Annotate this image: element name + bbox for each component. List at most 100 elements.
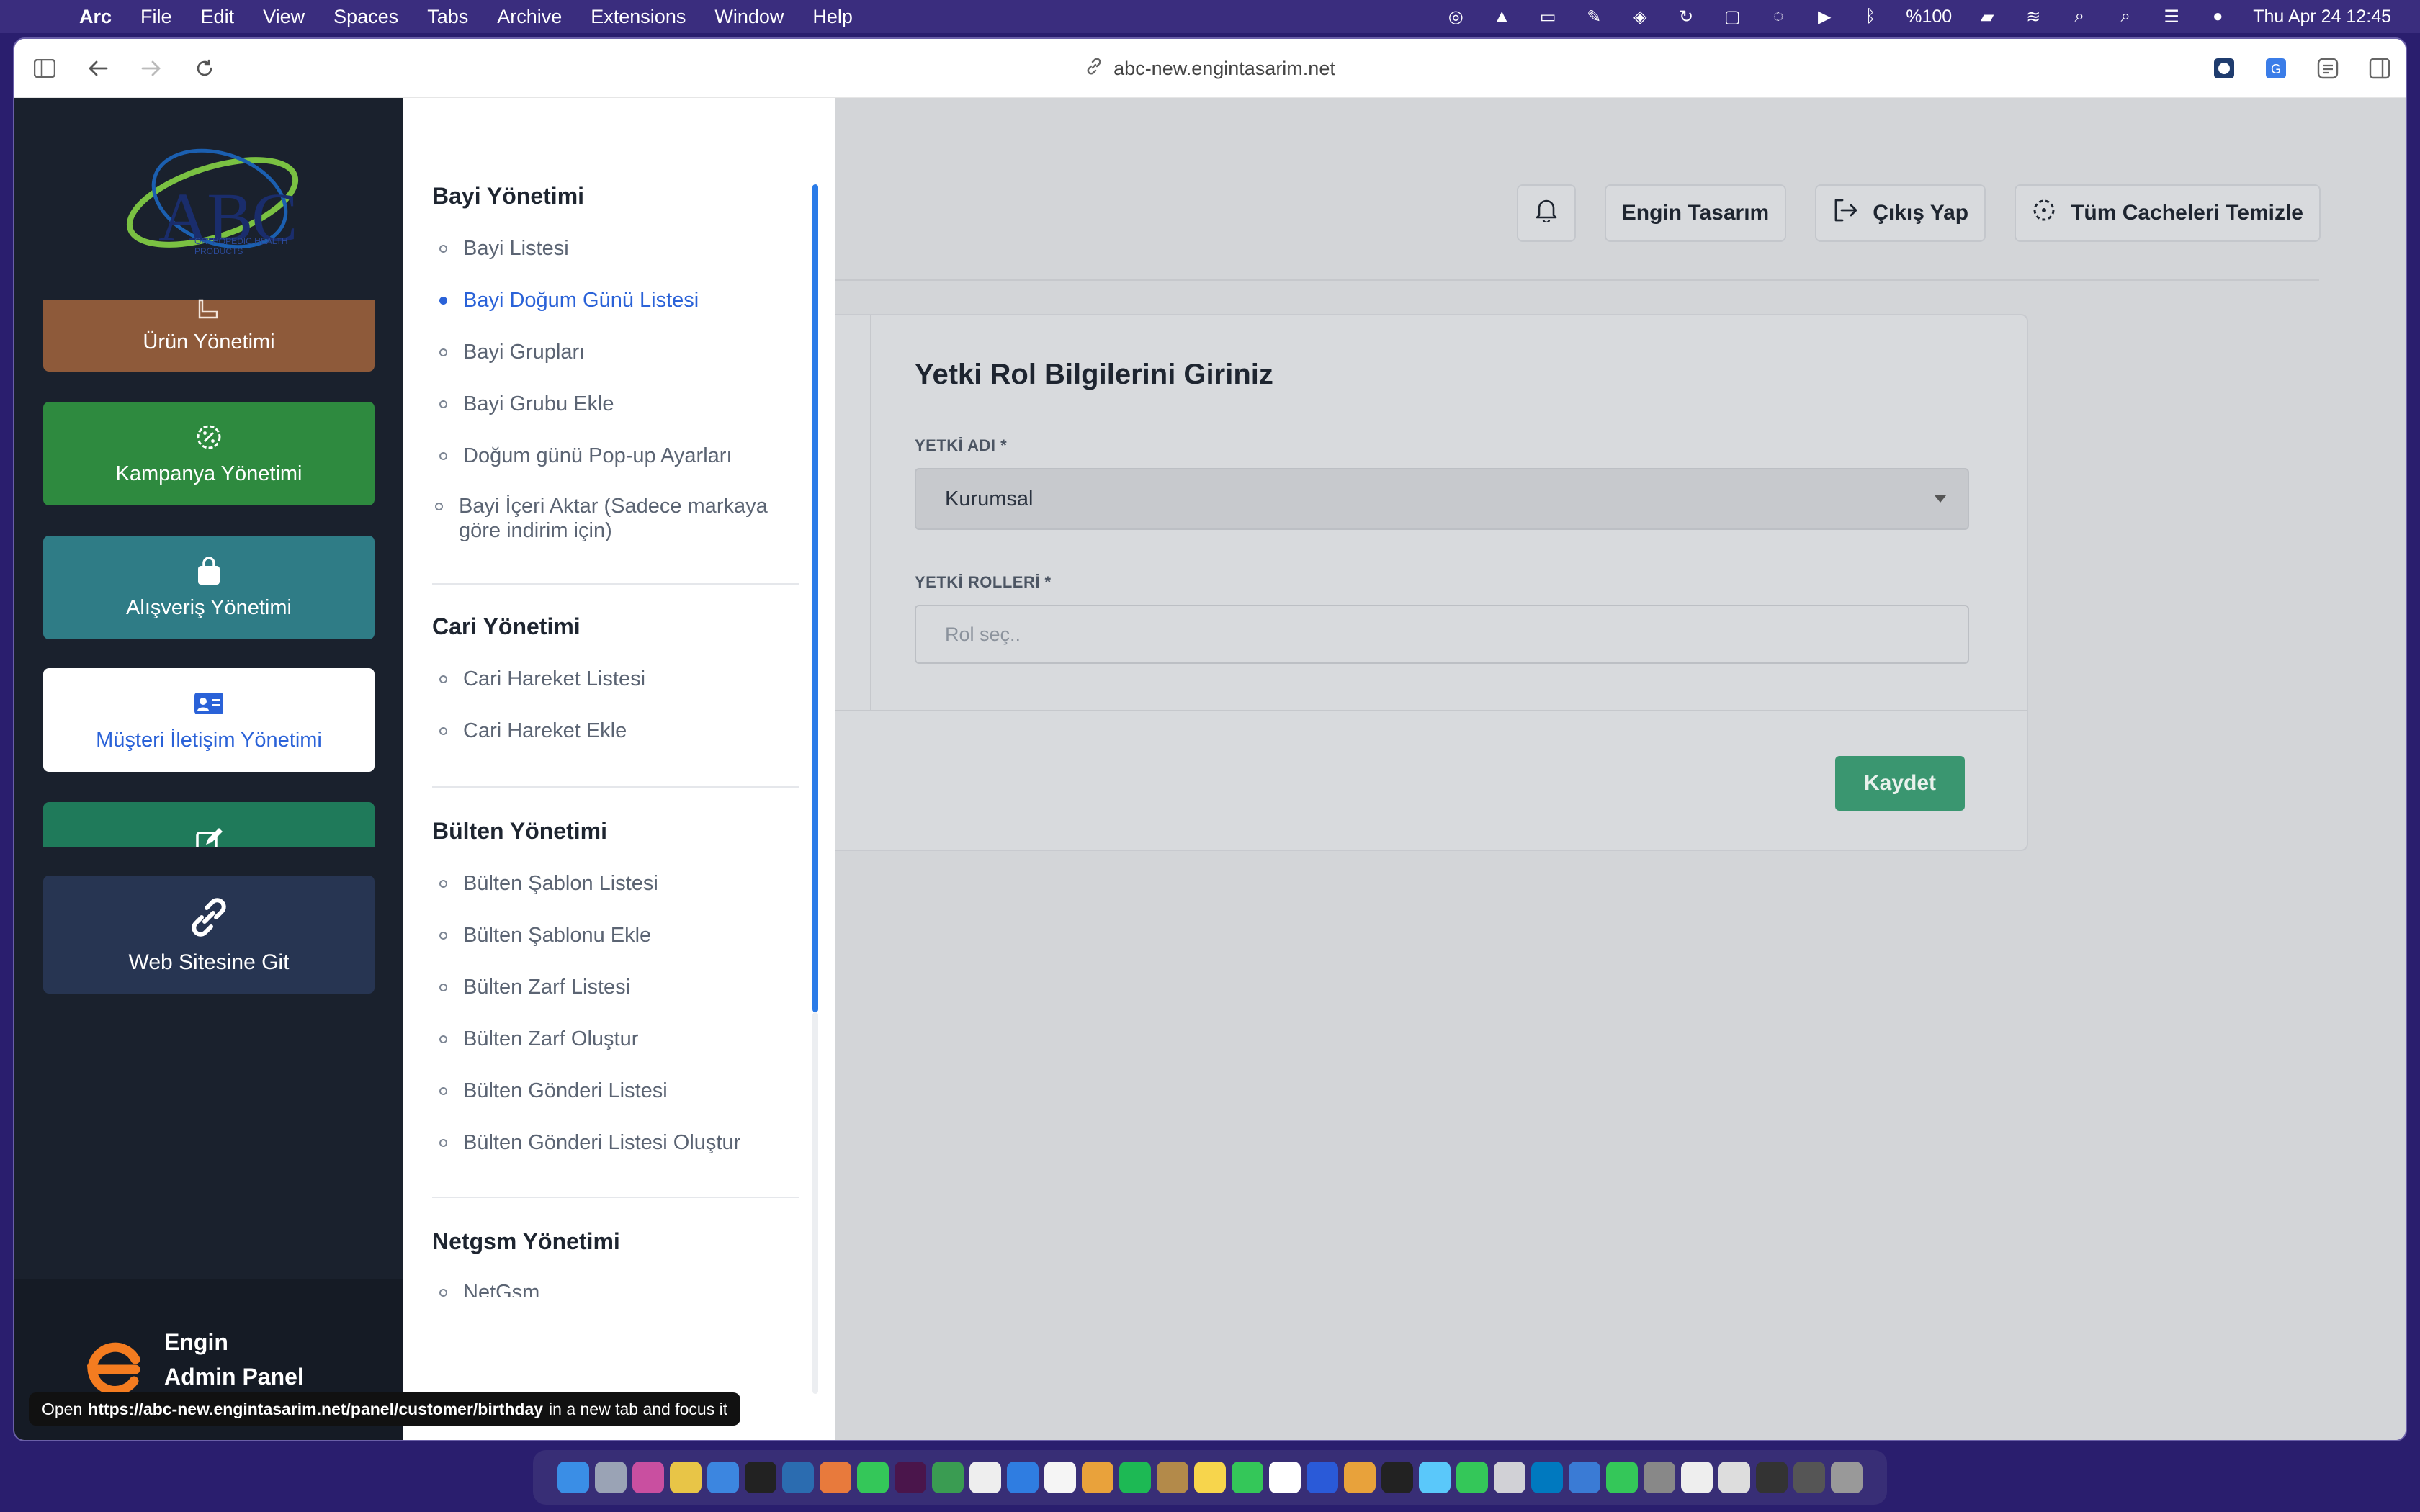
bluetooth-icon[interactable]: ᛒ (1860, 6, 1881, 27)
app-dock-icon[interactable] (1494, 1462, 1525, 1493)
submenu-item-dealer-birthday-list[interactable]: Bayi Doğum Günü Listesi (439, 288, 799, 312)
preview-dock-icon[interactable] (1681, 1462, 1713, 1493)
submenu-scrollbar-track[interactable] (812, 1012, 818, 1394)
menu-app-name[interactable]: Arc (79, 6, 112, 28)
menubar-clock[interactable]: Thu Apr 24 12:45 (2253, 6, 2391, 27)
roles-multiselect-input[interactable]: Rol seç.. (915, 605, 1969, 664)
sidebar-item-campaign-management[interactable]: Kampanya Yönetimi (43, 402, 375, 505)
whatsapp-dock-icon[interactable] (857, 1462, 889, 1493)
trello-dock-icon[interactable] (1531, 1462, 1563, 1493)
app-dock-icon[interactable] (782, 1462, 814, 1493)
extension-icon[interactable] (2208, 53, 2240, 84)
maps-dock-icon[interactable] (1007, 1462, 1039, 1493)
menu-view[interactable]: View (263, 6, 305, 28)
system-settings-dock-icon[interactable] (1644, 1462, 1675, 1493)
app-dock-icon[interactable] (1381, 1462, 1413, 1493)
app-dock-icon[interactable] (1793, 1462, 1825, 1493)
sidebar-item-customer-contact-management[interactable]: Müşteri İletişim Yönetimi (43, 668, 375, 772)
display-status-icon[interactable]: ▭ (1537, 6, 1559, 27)
visit-website-button[interactable]: Web Sitesine Git (43, 876, 375, 994)
timemachine-status-icon[interactable]: ↻ (1675, 6, 1697, 27)
dia-dock-icon[interactable] (1307, 1462, 1338, 1493)
menu-archive[interactable]: Archive (497, 6, 562, 28)
clear-cache-button[interactable]: Tüm Cacheleri Temizle (2015, 184, 2321, 242)
submenu-item-add-dealer-group[interactable]: Bayi Grubu Ekle (439, 392, 799, 416)
notifications-button[interactable] (1516, 184, 1576, 242)
stickies-dock-icon[interactable] (1194, 1462, 1226, 1493)
sidebar-item-content-management[interactable] (43, 802, 375, 847)
app-dock-icon[interactable] (1456, 1462, 1488, 1493)
battery-icon[interactable]: ▰ (1976, 6, 1998, 27)
submenu-item-birthday-popup-settings[interactable]: Doğum günü Pop-up Ayarları (439, 444, 799, 468)
menu-window[interactable]: Window (714, 6, 784, 28)
submenu-scrollbar-thumb[interactable] (812, 184, 818, 1012)
sublime-dock-icon[interactable] (1344, 1462, 1376, 1493)
spotify-dock-icon[interactable] (1119, 1462, 1151, 1493)
reload-icon[interactable] (189, 53, 220, 84)
menu-file[interactable]: File (140, 6, 172, 28)
app-dock-icon[interactable] (1756, 1462, 1788, 1493)
siri-icon[interactable]: ● (2207, 6, 2228, 27)
menu-spaces[interactable]: Spaces (333, 6, 398, 28)
layers-status-icon[interactable]: ◈ (1629, 6, 1651, 27)
menu-help[interactable]: Help (812, 6, 853, 28)
submenu-item-create-newsletter-send-list[interactable]: Bülten Gönderi Listesi Oluştur (439, 1130, 799, 1155)
photos-dock-icon[interactable] (1082, 1462, 1113, 1493)
role-name-select[interactable]: Kurumsal (915, 468, 1969, 530)
sidebar-toggle-icon[interactable] (29, 53, 60, 84)
chrome-dock-icon[interactable] (670, 1462, 702, 1493)
menu-edit[interactable]: Edit (201, 6, 235, 28)
forward-arrow-icon[interactable] (135, 53, 167, 84)
chatgpt-status-icon[interactable]: ◎ (1445, 6, 1466, 27)
window-status-icon[interactable]: ▢ (1721, 6, 1743, 27)
airdrop-status-icon[interactable]: ◌ (1767, 6, 1789, 27)
url-text[interactable]: abc-new.engintasarim.net (1113, 58, 1335, 80)
chatgpt-dock-icon[interactable] (745, 1462, 776, 1493)
submenu-item-newsletter-send-list[interactable]: Bülten Gönderi Listesi (439, 1079, 799, 1103)
submenu-item-newsletter-template-list[interactable]: Bülten Şablon Listesi (439, 871, 799, 896)
submenu-item-netgsm[interactable]: NetGsm (439, 1280, 799, 1297)
menu-extensions[interactable]: Extensions (591, 6, 686, 28)
tools-status-icon[interactable]: ✎ (1583, 6, 1605, 27)
calendar-dock-icon[interactable] (1269, 1462, 1301, 1493)
control-center-icon[interactable]: ☰ (2161, 6, 2182, 27)
submenu-item-add-newsletter-template[interactable]: Bülten Şablonu Ekle (439, 923, 799, 948)
split-view-icon[interactable] (2364, 53, 2396, 84)
app-dock-icon[interactable] (632, 1462, 664, 1493)
finder-dock-icon[interactable] (557, 1462, 589, 1493)
submenu-item-dealer-list[interactable]: Bayi Listesi (439, 236, 799, 261)
mail-dock-icon[interactable] (707, 1462, 739, 1493)
submenu-item-add-account-movement[interactable]: Cari Hareket Ekle (439, 719, 799, 743)
app-dock-icon[interactable] (932, 1462, 964, 1493)
submenu-item-dealer-import[interactable]: Bayi İçeri Aktar (Sadece markaya göre in… (435, 494, 795, 543)
claude-dock-icon[interactable] (820, 1462, 851, 1493)
notes-dock-icon[interactable] (1044, 1462, 1076, 1493)
play-status-icon[interactable]: ▶ (1814, 6, 1835, 27)
launchpad-dock-icon[interactable] (595, 1462, 627, 1493)
app-dock-icon[interactable] (1157, 1462, 1188, 1493)
sidebar-item-product-management[interactable]: Ürün Yönetimi (43, 299, 375, 372)
reader-mode-icon[interactable] (2312, 53, 2344, 84)
slack-dock-icon[interactable] (895, 1462, 926, 1493)
submenu-item-account-movement-list[interactable]: Cari Hareket Listesi (439, 667, 799, 691)
logout-button[interactable]: Çıkış Yap (1815, 184, 1986, 242)
user-profile-button[interactable]: Engin Tasarım (1604, 184, 1787, 242)
save-button[interactable]: Kaydet (1835, 756, 1965, 811)
app-dock-icon[interactable] (1419, 1462, 1451, 1493)
menu-tabs[interactable]: Tabs (427, 6, 468, 28)
sidebar-item-shopping-management[interactable]: Alışveriş Yönetimi (43, 536, 375, 639)
translate-icon[interactable]: G (2260, 53, 2292, 84)
abc-logo[interactable]: ABC ORTHOPEDIC HEALTH PRODUCTS (115, 148, 310, 256)
app-dock-icon[interactable] (1569, 1462, 1600, 1493)
drive-status-icon[interactable]: ▲ (1491, 6, 1512, 27)
search-icon[interactable]: ⌕ (2115, 6, 2136, 27)
submenu-item-create-newsletter-envelope[interactable]: Bülten Zarf Oluştur (439, 1027, 799, 1051)
reminders-dock-icon[interactable] (969, 1462, 1001, 1493)
trash-dock-icon[interactable] (1831, 1462, 1863, 1493)
messages-dock-icon[interactable] (1232, 1462, 1263, 1493)
wifi-icon[interactable]: ≋ (2022, 6, 2044, 27)
back-arrow-icon[interactable] (82, 53, 114, 84)
spotlight-search-icon[interactable]: ⌕ (2069, 6, 2090, 27)
facetime-dock-icon[interactable] (1606, 1462, 1638, 1493)
documents-dock-icon[interactable] (1718, 1462, 1750, 1493)
